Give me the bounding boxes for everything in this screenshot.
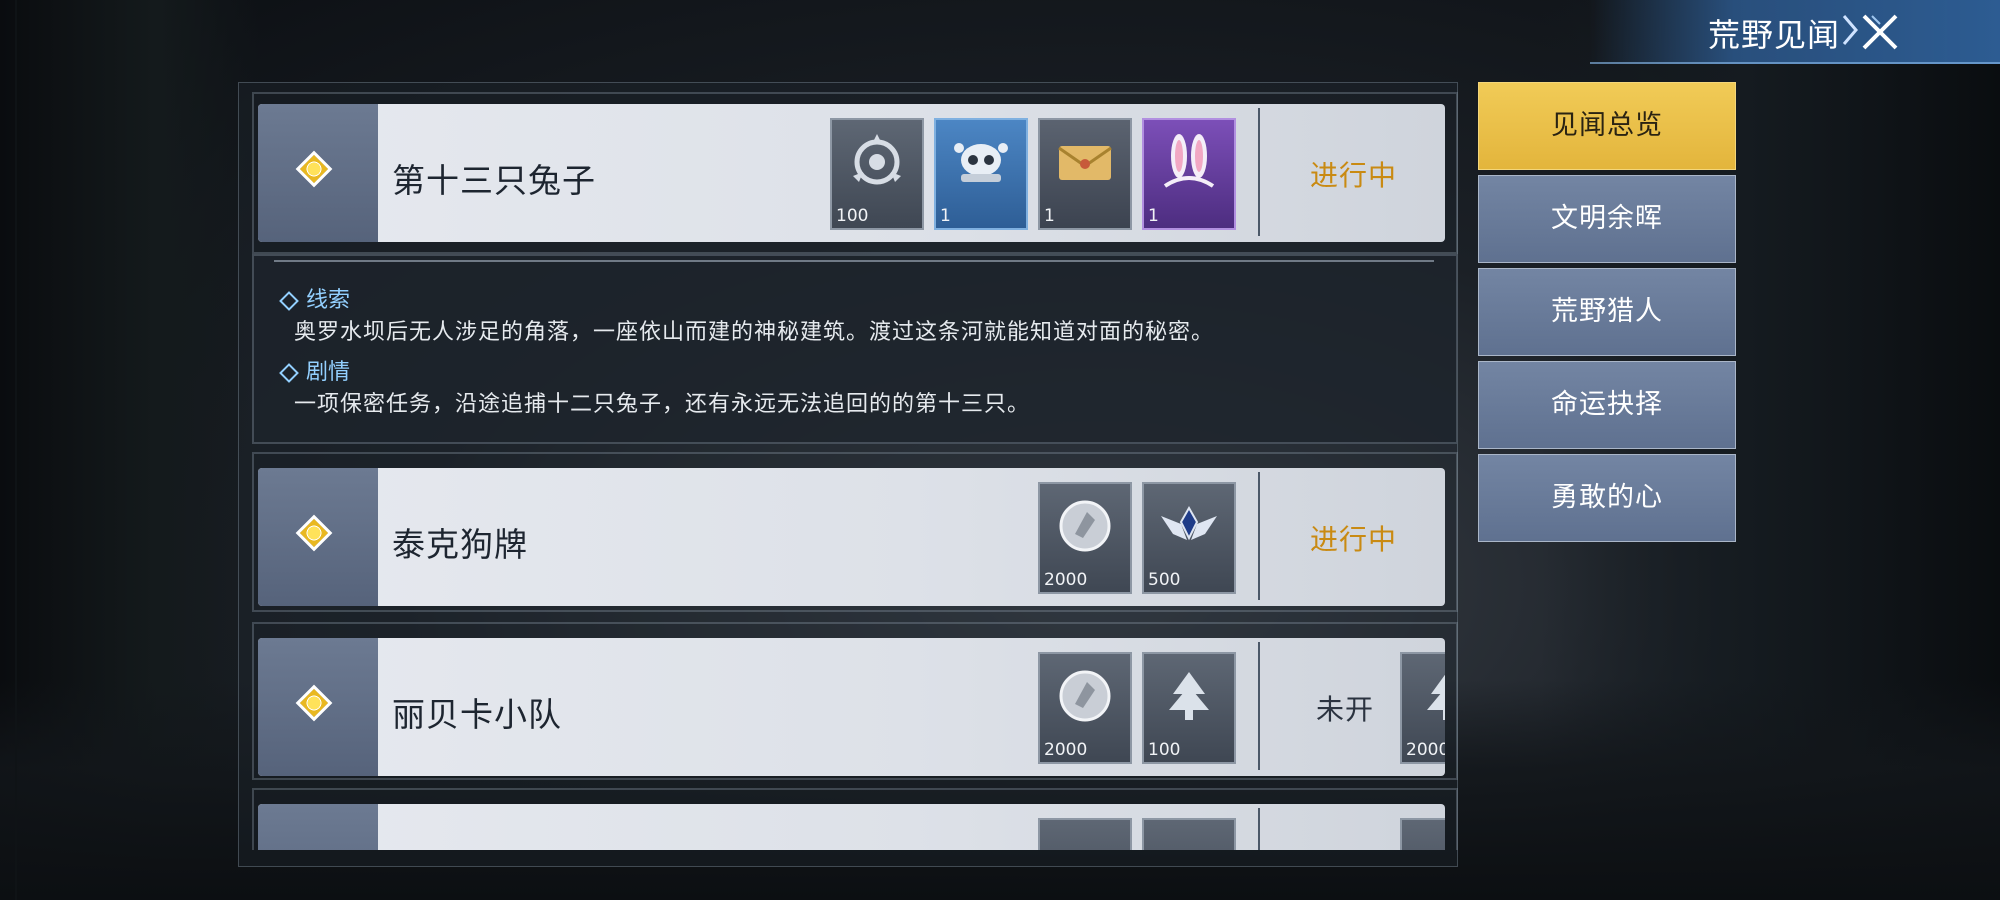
- story-heading: 剧情: [279, 354, 351, 386]
- status-divider: [1258, 472, 1260, 600]
- diamond-bullet-icon: [279, 363, 299, 383]
- quest-icon-area: [258, 638, 378, 776]
- silver-coin-icon: [1059, 500, 1111, 552]
- quest-icon-area: [258, 804, 378, 850]
- quest-status: 进行中: [1310, 523, 1398, 556]
- reward-count: 1: [1148, 206, 1159, 226]
- reward-item[interactable]: [1400, 818, 1445, 850]
- reward-count: 100: [836, 206, 869, 226]
- tree-emblem-icon: [1169, 672, 1209, 720]
- top-header: 荒野见闻: [1590, 0, 2000, 64]
- reward-item[interactable]: 100: [1142, 652, 1236, 764]
- quest-row-partial[interactable]: [258, 804, 1445, 850]
- clue-heading: 线索: [279, 282, 351, 314]
- close-icon[interactable]: [1858, 10, 1902, 54]
- status-divider: [1258, 108, 1260, 236]
- popup-reward-item[interactable]: 2000: [1400, 652, 1445, 764]
- reward-count: 1: [940, 206, 951, 226]
- badge-emblem-icon: [853, 134, 901, 185]
- tree-emblem-icon: [1427, 674, 1445, 720]
- quest-row-dogtag[interactable]: 泰克狗牌 2000 500 进行中: [258, 468, 1445, 606]
- skull-cap-icon: [954, 143, 1008, 182]
- reward-item[interactable]: 1: [934, 118, 1028, 230]
- story-label: 剧情: [306, 360, 351, 385]
- quest-diamond-icon: [295, 514, 333, 552]
- quest-status: 未开: [1316, 693, 1375, 726]
- quest-name: 泰克狗牌: [392, 525, 528, 564]
- quest-status: 进行中: [1310, 159, 1398, 192]
- silver-coin-icon: [1059, 670, 1111, 722]
- tab-brave-heart[interactable]: 勇敢的心: [1478, 454, 1736, 542]
- tab-fate-choice[interactable]: 命运抉择: [1478, 361, 1736, 449]
- reward-item[interactable]: 1: [1142, 118, 1236, 230]
- diamond-bullet-icon: [279, 291, 299, 311]
- clue-text: 奥罗水坝后无人涉足的角落，一座依山而建的神秘建筑。渡过这条河就能知道对面的秘密。: [294, 320, 1215, 345]
- envelope-icon: [1058, 146, 1112, 180]
- tab-civilization-afterglow[interactable]: 文明余晖: [1478, 175, 1736, 263]
- quest-diamond-icon: [295, 684, 333, 722]
- quest-icon-area: [258, 468, 378, 606]
- page-title: 荒野见闻: [1707, 16, 1840, 54]
- reward-count: 1: [1044, 206, 1055, 226]
- reward-count: 2000: [1406, 740, 1445, 760]
- reward-item[interactable]: 2000: [1038, 482, 1132, 594]
- quest-detail: 线索 奥罗水坝后无人涉足的角落，一座依山而建的神秘建筑。渡过这条河就能知道对面的…: [252, 254, 1458, 444]
- background-edge: [15, 0, 17, 900]
- story-text: 一项保密任务，沿途追捕十二只兔子，还有永远无法追回的的第十三只。: [294, 392, 1031, 417]
- reward-item[interactable]: 500: [1142, 482, 1236, 594]
- reward-item[interactable]: 100: [830, 118, 924, 230]
- quest-list[interactable]: 第十三只兔子 100 1 1 1 进行中 线索 奥罗水坝后无人涉足的角落，一座依…: [248, 92, 1498, 850]
- reward-item[interactable]: 2000: [1038, 652, 1132, 764]
- divider: [274, 260, 1434, 262]
- rank-wings-icon: [1161, 505, 1217, 541]
- chevron-right-icon: [1842, 15, 1858, 45]
- reward-count: 2000: [1044, 740, 1088, 760]
- tab-overview[interactable]: 见闻总览: [1478, 82, 1736, 170]
- reward-count: 100: [1148, 740, 1181, 760]
- quest-row-rebecca[interactable]: 丽贝卡小队 2000 100 未开 2000: [258, 638, 1445, 776]
- reward-item[interactable]: 1: [1038, 118, 1132, 230]
- bunny-ears-icon: [1163, 134, 1215, 188]
- quest-name: 丽贝卡小队: [392, 695, 562, 734]
- status-divider: [1258, 808, 1260, 850]
- tab-wild-hunter[interactable]: 荒野猎人: [1478, 268, 1736, 356]
- reward-count: 500: [1148, 570, 1181, 590]
- reward-count: 2000: [1044, 570, 1088, 590]
- status-divider: [1258, 642, 1260, 770]
- category-tabs: 见闻总览 文明余晖 荒野猎人 命运抉择 勇敢的心: [1478, 82, 1738, 547]
- quest-row-rabbit[interactable]: 第十三只兔子 100 1 1 1 进行中: [258, 104, 1445, 242]
- clue-label: 线索: [306, 288, 351, 313]
- reward-item[interactable]: [1142, 818, 1236, 850]
- quest-name: 第十三只兔子: [392, 161, 596, 200]
- quest-diamond-icon: [295, 150, 333, 188]
- quest-icon-area: [258, 104, 378, 242]
- reward-item[interactable]: [1038, 818, 1132, 850]
